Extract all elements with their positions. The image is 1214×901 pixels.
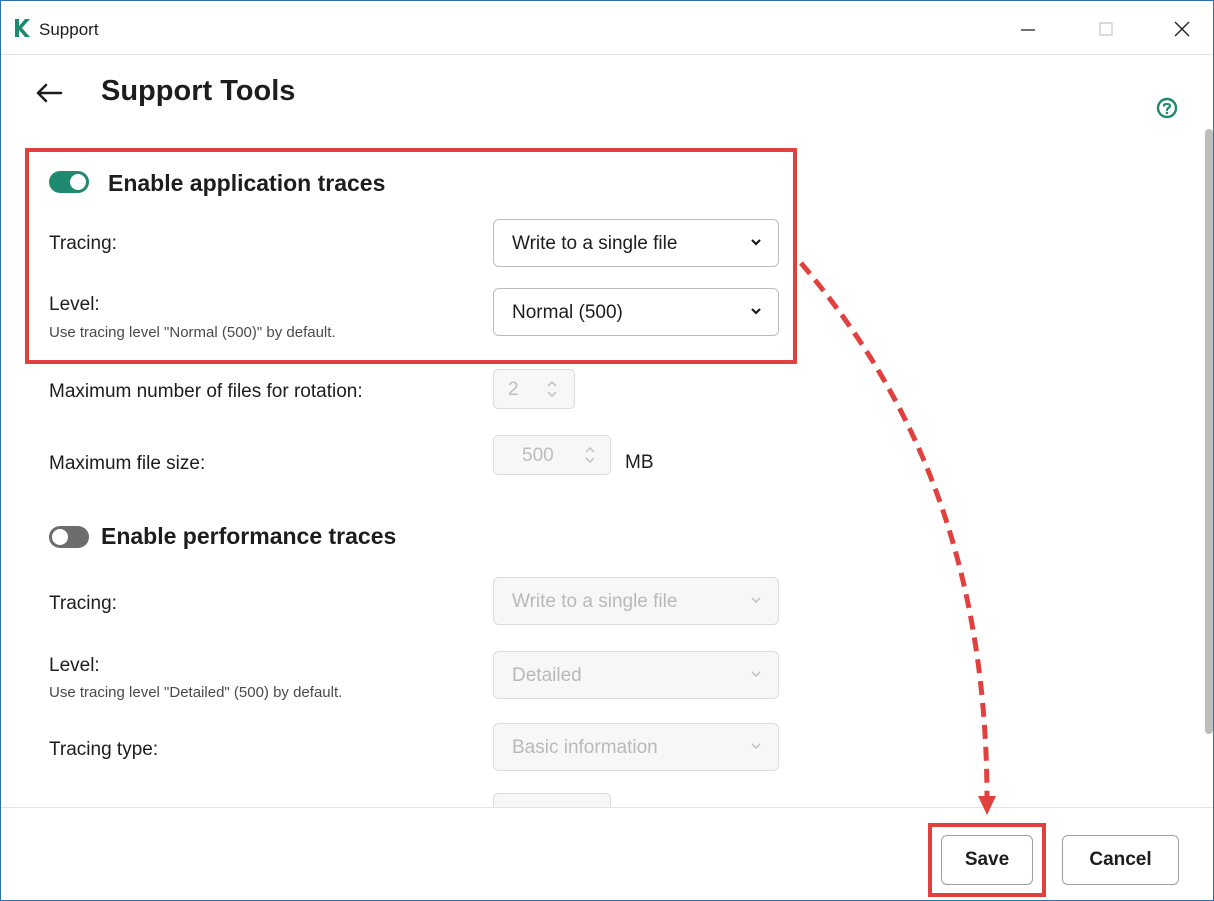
filesize-spinbox[interactable]: 500	[493, 435, 611, 475]
close-button[interactable]	[1159, 9, 1205, 49]
perf-level-hint: Use tracing level "Detailed" (500) by de…	[49, 684, 343, 701]
cancel-button[interactable]: Cancel	[1062, 835, 1179, 885]
perf-type-label: Tracing type:	[49, 739, 159, 760]
perf-traces-title: Enable performance traces	[101, 523, 397, 549]
kaspersky-logo-icon	[15, 19, 30, 37]
spinner-arrows-icon	[585, 446, 595, 464]
filesize-label: Maximum file size:	[49, 453, 206, 474]
rotation-spinbox[interactable]: 2	[493, 369, 575, 409]
save-highlight-box	[928, 823, 1046, 897]
perf-tracing-select[interactable]: Write to a single file	[493, 577, 779, 625]
minimize-button[interactable]	[1005, 9, 1051, 49]
minimize-icon	[1021, 29, 1035, 31]
filesize-unit: MB	[625, 452, 654, 473]
page-title: Support Tools	[101, 75, 296, 107]
scrollbar-thumb[interactable]	[1205, 129, 1213, 734]
title-bar: Support	[1, 1, 1213, 55]
support-window: Support Support Tools Enable application…	[0, 0, 1214, 901]
rotation-value: 2	[508, 379, 519, 400]
perf-tracing-value: Write to a single file	[512, 591, 678, 612]
perf-type-select[interactable]: Basic information	[493, 723, 779, 771]
close-icon	[1174, 21, 1190, 37]
chevron-down-icon	[751, 597, 761, 604]
perf-tracing-label: Tracing:	[49, 593, 117, 614]
filesize-value: 500	[522, 445, 554, 466]
perf-traces-toggle[interactable]	[49, 526, 89, 548]
settings-highlight-box	[25, 148, 797, 364]
window-title: Support	[39, 20, 99, 39]
perf-type-value: Basic information	[512, 737, 658, 758]
chevron-down-icon	[751, 743, 761, 750]
perf-level-label: Level:	[49, 655, 100, 676]
perf-level-value: Detailed	[512, 665, 582, 686]
maximize-button[interactable]	[1083, 9, 1129, 49]
toggle-knob	[52, 529, 68, 545]
chevron-down-icon	[751, 671, 761, 678]
spinner-arrows-icon	[547, 380, 557, 398]
help-icon[interactable]	[1156, 97, 1178, 119]
back-arrow-icon[interactable]	[34, 79, 66, 107]
perf-level-select[interactable]: Detailed	[493, 651, 779, 699]
rotation-label: Maximum number of files for rotation:	[49, 381, 363, 402]
maximize-icon	[1099, 22, 1113, 36]
